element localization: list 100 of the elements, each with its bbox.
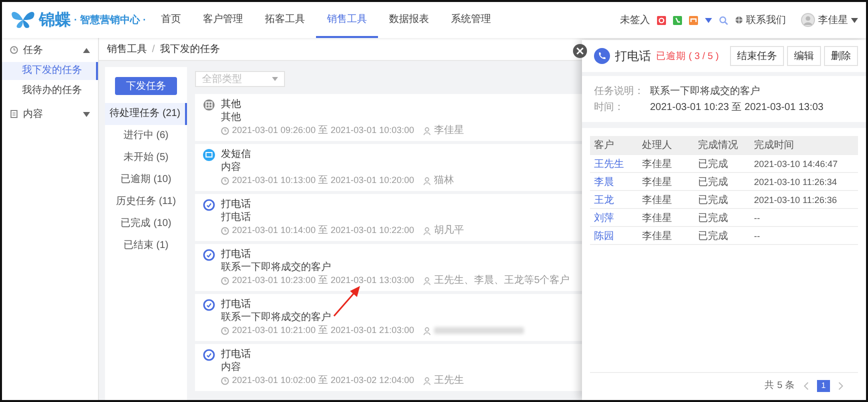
task-time: 2021-03-01 10:02:00 至 2021-03-02 12:04:00	[232, 374, 414, 387]
customer-link[interactable]: 陈园	[594, 228, 642, 242]
customer-link[interactable]: 刘萍	[594, 210, 642, 224]
globe-icon[interactable]	[735, 16, 743, 24]
person-icon	[423, 326, 432, 334]
clock-icon	[221, 276, 229, 284]
customer-link[interactable]: 李晨	[594, 174, 642, 188]
task-time: 2021-03-01 10:14:00 至 2021-03-01 10:22:00	[232, 224, 414, 237]
breadcrumb-link[interactable]: 销售工具	[107, 42, 147, 56]
customer-link[interactable]: 王先生	[594, 156, 642, 170]
task-description: 联系一下即将成交的客户	[221, 311, 332, 324]
clock-icon	[221, 376, 229, 384]
user-name[interactable]: 李佳星	[818, 13, 848, 27]
task-description: 打电话	[221, 211, 252, 224]
search-icon[interactable]	[719, 16, 728, 24]
document-icon	[10, 110, 18, 118]
table-cell-text: 已完成	[698, 176, 729, 188]
table-cell-text: 2021-03-10 11:26:34	[754, 176, 838, 186]
clock-icon	[221, 326, 229, 334]
check-circle-icon	[203, 349, 215, 361]
contact-link[interactable]: 联系我们	[746, 13, 786, 27]
table-cell-text: 李佳星	[642, 194, 673, 206]
sidebar-item[interactable]: 我待办的任务	[2, 82, 98, 100]
status-filter[interactable]: 进行中 (6)	[105, 125, 187, 147]
table-cell-text: 李佳星	[642, 158, 673, 170]
status-filter[interactable]: 历史任务 (11)	[105, 191, 187, 213]
task-description: 其他	[221, 111, 242, 124]
nav-tab[interactable]: 客户管理	[192, 2, 254, 38]
table-cell-text: 2021-03-10 14:46:47	[754, 158, 839, 168]
task-title: 打电话	[221, 248, 252, 261]
table-cell-text: 李佳星	[642, 230, 673, 242]
logo-subtitle: · 智慧营销中心 ·	[74, 13, 146, 27]
table-cell-text: 2021-03-10 11:26:36	[754, 194, 838, 204]
close-button[interactable]	[573, 44, 587, 58]
status-filter[interactable]: 未开始 (5)	[105, 147, 187, 169]
new-task-button[interactable]: 下发任务	[115, 77, 177, 95]
task-time: 2021-03-01 10:21:00 至 2021-03-01 21:03:00	[232, 324, 414, 337]
nav-tab[interactable]: 首页	[150, 2, 192, 38]
task-assignee: 胡凡平	[434, 224, 464, 237]
status-filter[interactable]: 待处理任务 (21)	[105, 103, 187, 125]
butterfly-logo-icon	[10, 10, 36, 30]
breadcrumb-separator: /	[152, 44, 155, 54]
close-icon[interactable]	[576, 47, 584, 55]
sidebar-group[interactable]: 任务	[2, 38, 98, 62]
chat-icon	[203, 149, 215, 161]
table-cell-text: 已完成	[698, 158, 729, 170]
task-title: 打电话	[221, 298, 252, 311]
page-button[interactable]: 1	[817, 380, 830, 392]
task-assignee: 李佳星	[434, 124, 464, 137]
info-label: 时间：	[594, 100, 625, 114]
table-cell-text: 李佳星	[642, 176, 673, 188]
status-filter[interactable]: 已结束 (1)	[105, 235, 187, 257]
task-title: 发短信	[221, 148, 252, 161]
checkin-status: 未签入	[620, 14, 650, 27]
check-circle-icon	[203, 199, 215, 211]
table-cell-text: 已完成	[698, 194, 729, 206]
person-icon	[423, 126, 432, 134]
nav-tab[interactable]: 数据报表	[378, 2, 440, 38]
drawer-title: 打电话	[615, 48, 651, 64]
table-cell-text: 已完成	[698, 212, 729, 224]
column-header: 完成时间	[754, 138, 795, 152]
task-description: 内容	[221, 361, 242, 374]
caret-down-icon[interactable]	[851, 18, 858, 22]
caret-up-icon[interactable]	[83, 48, 90, 52]
customer-link[interactable]: 王龙	[594, 192, 642, 206]
breadcrumb-link[interactable]: 我下发的任务	[160, 42, 220, 56]
status-filter[interactable]: 已完成 (10)	[105, 213, 187, 235]
caret-down-icon[interactable]	[705, 18, 712, 22]
person-icon	[423, 226, 432, 234]
caret-down-icon[interactable]	[83, 112, 90, 116]
task-assignee: 王先生、李晨、王龙等5个客户	[434, 274, 570, 287]
task-title: 打电话	[221, 198, 252, 211]
task-assignee: 王先生	[434, 374, 464, 387]
table-cell-text: 李佳星	[642, 212, 673, 224]
person-icon	[423, 276, 432, 284]
task-description: 联系一下即将成交的客户	[221, 261, 332, 274]
task-time: 2021-03-01 09:26:00 至 2021-03-01 10:03:00	[232, 124, 414, 137]
sidebar-group[interactable]: 内容	[2, 102, 98, 126]
table-cell-text: --	[754, 212, 761, 222]
clock-icon	[221, 226, 229, 234]
task-assignee: 猫林	[434, 174, 454, 187]
table-cell-text: --	[754, 230, 761, 240]
nav-tab[interactable]: 系统管理	[440, 2, 502, 38]
status-filter[interactable]: 已逾期 (10)	[105, 169, 187, 191]
logo-text: 锦蝶	[39, 10, 71, 30]
clock-icon	[221, 126, 229, 134]
person-icon	[423, 176, 432, 184]
task-time: 2021-03-01 10:13:00 至 2021-03-01 10:20:00	[232, 174, 414, 187]
sidebar-item[interactable]: 我下发的任务	[2, 62, 98, 80]
overdue-status: 已逾期 ( 3 / 5 )	[656, 50, 719, 62]
check-circle-icon	[203, 299, 215, 311]
action-button[interactable]: 结束任务	[730, 46, 784, 66]
action-button[interactable]: 编辑	[787, 46, 821, 66]
clock-icon	[10, 46, 18, 54]
person-icon	[423, 376, 432, 384]
action-button[interactable]: 删除	[824, 46, 858, 66]
task-title: 其他	[221, 98, 242, 111]
nav-tab[interactable]: 拓客工具	[254, 2, 316, 38]
task-description: 内容	[221, 161, 242, 174]
total-count: 共 5 条	[764, 379, 795, 392]
